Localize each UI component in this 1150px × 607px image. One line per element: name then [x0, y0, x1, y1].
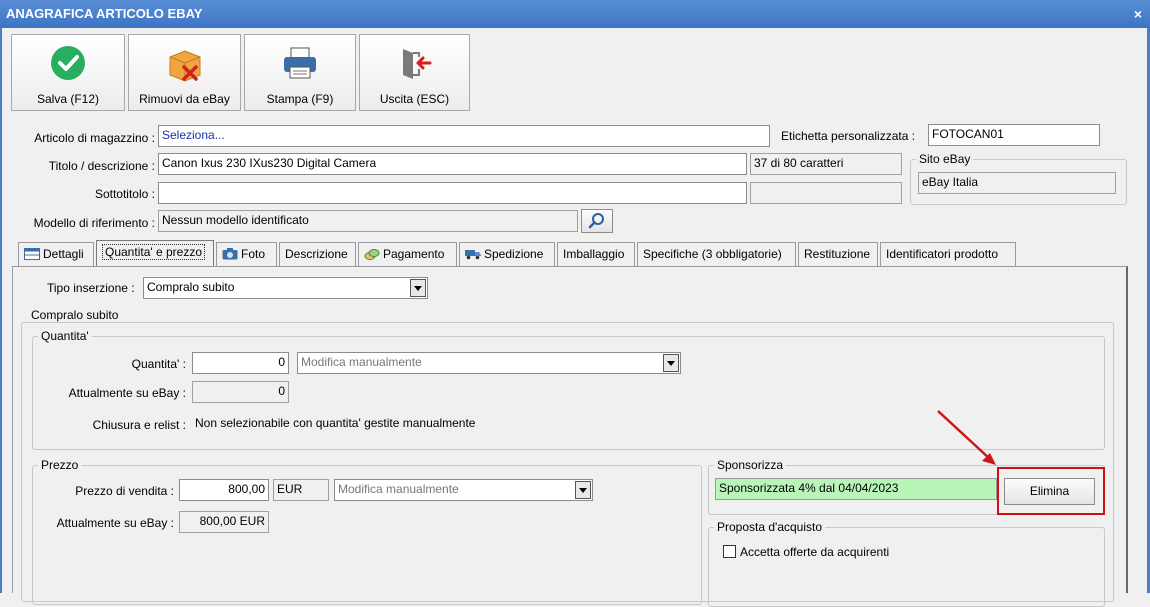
accept-offers-checkbox[interactable]	[723, 545, 736, 558]
tab-label: Foto	[241, 247, 266, 261]
subtitle-char-count	[750, 182, 902, 204]
price-label: Prezzo di vendita :	[75, 484, 174, 498]
remove-from-ebay-button[interactable]: Rimuovi da eBay	[128, 34, 241, 111]
price-group-title: Prezzo	[38, 458, 82, 472]
buy-now-group-title: Compralo subito	[28, 308, 122, 322]
article-select-field[interactable]: Seleziona...	[158, 125, 770, 147]
save-button-label: Salva (F12)	[36, 92, 100, 106]
quantity-mode-select[interactable]: Modifica manualmente	[297, 352, 681, 374]
camera-icon	[222, 248, 238, 260]
check-icon	[51, 46, 85, 80]
chevron-down-icon[interactable]	[575, 481, 591, 499]
print-button[interactable]: Stampa (F9)	[244, 34, 356, 111]
printer-icon	[284, 47, 316, 79]
exit-button-label: Uscita (ESC)	[379, 92, 450, 106]
quantity-mode-value: Modifica manualmente	[301, 355, 422, 369]
accept-offers-label: Accetta offerte da acquirenti	[740, 545, 890, 559]
quantity-label: Quantita' :	[131, 357, 186, 371]
table-icon	[24, 248, 40, 260]
model-search-button[interactable]	[581, 209, 613, 233]
chevron-down-icon[interactable]	[663, 354, 679, 372]
box-remove-icon	[169, 50, 200, 82]
current-ebay-qty-field: 0	[192, 381, 289, 403]
offer-group-title: Proposta d'acquisto	[714, 520, 826, 534]
custom-label-label: Etichetta personalizzata :	[781, 129, 916, 143]
coins-icon	[364, 249, 380, 260]
offer-group	[708, 527, 1105, 607]
price-current-ebay-label: Attualmente su eBay :	[56, 516, 174, 530]
title-input[interactable]: Canon Ixus 230 IXus230 Digital Camera	[158, 153, 747, 175]
sponsor-status-field: Sponsorizzata 4% dal 04/04/2023	[715, 478, 997, 500]
tab-label: Identificatori prodotto	[886, 247, 999, 261]
subtitle-input[interactable]	[158, 182, 747, 204]
tab-quantita-prezzo[interactable]: Quantita' e prezzo	[96, 240, 214, 267]
exit-button[interactable]: Uscita (ESC)	[359, 34, 470, 111]
tab-dettagli[interactable]: Dettagli	[18, 242, 94, 266]
remove-button-label: Rimuovi da eBay	[139, 92, 230, 106]
model-field: Nessun modello identificato	[158, 210, 578, 232]
chevron-down-icon[interactable]	[410, 279, 426, 297]
insert-type-select[interactable]: Compralo subito	[143, 277, 428, 299]
red-arrow-annotation	[937, 410, 996, 465]
price-input[interactable]: 800,00	[179, 479, 269, 501]
tab-spedizione[interactable]: Spedizione	[459, 242, 555, 266]
close-relist-value: Non selezionabile con quantita' gestite …	[195, 416, 476, 430]
price-currency-field: EUR	[273, 479, 329, 501]
tab-pagamento[interactable]: Pagamento	[358, 242, 457, 266]
quantity-group-title: Quantita'	[38, 329, 92, 343]
tab-identificatori-prodotto[interactable]: Identificatori prodotto	[880, 242, 1016, 266]
site-ebay-field: eBay Italia	[918, 172, 1116, 194]
truck-icon	[465, 250, 481, 260]
insert-type-value: Compralo subito	[147, 280, 235, 294]
tab-label: Restituzione	[804, 247, 871, 261]
price-mode-value: Modifica manualmente	[338, 482, 459, 496]
tab-restituzione[interactable]: Restituzione	[798, 242, 878, 266]
tab-imballaggio[interactable]: Imballaggio	[557, 242, 635, 266]
sponsor-group-title: Sponsorizza	[714, 458, 787, 472]
model-label: Modello di riferimento :	[33, 216, 155, 230]
print-button-label: Stampa (F9)	[266, 92, 334, 106]
tab-foto[interactable]: Foto	[216, 242, 277, 266]
tab-label: Spedizione	[484, 247, 544, 261]
close-icon[interactable]: ×	[1134, 0, 1142, 28]
tab-label: Descrizione	[285, 247, 348, 261]
tab-descrizione[interactable]: Descrizione	[279, 242, 356, 266]
magnifier-icon	[588, 213, 604, 229]
current-ebay-qty-label: Attualmente su eBay :	[68, 386, 186, 400]
exit-door-icon	[402, 49, 431, 79]
price-current-ebay-field: 800,00 EUR	[179, 511, 269, 533]
subtitle-label: Sottotitolo :	[94, 187, 155, 201]
window-title: ANAGRAFICA ARTICOLO EBAY	[0, 0, 1150, 28]
tab-label: Imballaggio	[563, 247, 625, 261]
article-label: Articolo di magazzino :	[34, 131, 155, 145]
tab-label: Quantita' e prezzo	[102, 244, 206, 260]
close-relist-label: Chiusura e relist :	[92, 418, 186, 432]
price-mode-select[interactable]: Modifica manualmente	[334, 479, 593, 501]
tab-label: Specifiche (3 obbligatorie)	[643, 247, 782, 261]
quantity-input[interactable]: 0	[192, 352, 289, 374]
site-ebay-group-title: Sito eBay	[916, 152, 974, 166]
tab-label: Dettagli	[43, 247, 84, 261]
sponsor-delete-button[interactable]: Elimina	[1004, 478, 1095, 505]
tab-specifiche[interactable]: Specifiche (3 obbligatorie)	[637, 242, 796, 266]
title-char-count: 37 di 80 caratteri	[750, 153, 902, 175]
tab-label: Pagamento	[383, 247, 445, 261]
insert-type-label: Tipo inserzione :	[47, 281, 135, 295]
title-label: Titolo / descrizione :	[48, 159, 155, 173]
save-button[interactable]: Salva (F12)	[11, 34, 125, 111]
custom-label-input[interactable]: FOTOCAN01	[928, 124, 1100, 146]
window-frame-left	[0, 28, 2, 593]
